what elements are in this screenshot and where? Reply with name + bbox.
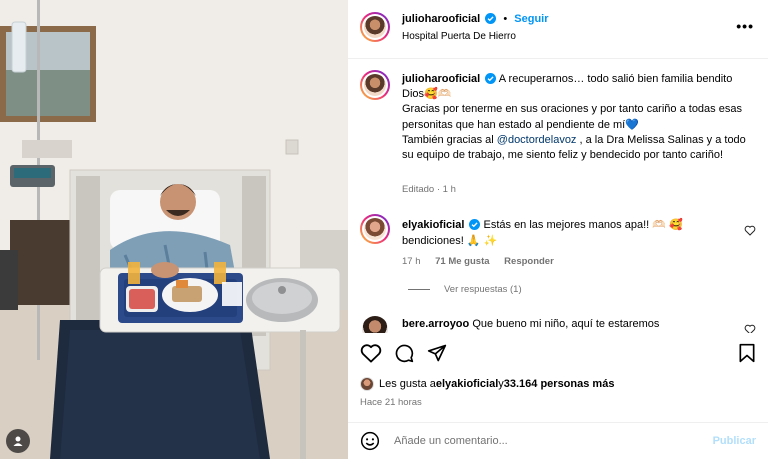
follow-button[interactable]: Seguir bbox=[514, 13, 548, 25]
blue-heart-emoji: 💙 bbox=[625, 118, 639, 131]
action-bar bbox=[360, 343, 756, 363]
person-icon bbox=[13, 436, 23, 446]
hospital-scene-illustration bbox=[0, 0, 348, 459]
reply-button[interactable]: Responder bbox=[504, 256, 554, 267]
commenter-avatar[interactable] bbox=[360, 214, 390, 244]
like-heart-icon[interactable] bbox=[360, 343, 382, 363]
emoji-icon[interactable] bbox=[360, 431, 380, 451]
comment-item: elyakioficial Estás en las mejores manos… bbox=[402, 218, 732, 249]
post-caption: julioharooficial A recuperarnos… todo sa… bbox=[402, 72, 752, 163]
post-header-user: julioharooficial • Seguir bbox=[402, 13, 549, 25]
mention-link[interactable]: @doctordelavoz bbox=[497, 134, 577, 146]
tagged-users-button[interactable] bbox=[6, 429, 30, 453]
more-options-icon[interactable]: ••• bbox=[736, 18, 754, 34]
author-avatar[interactable] bbox=[360, 12, 390, 42]
post-time: Hace 21 horas bbox=[360, 397, 422, 408]
verified-badge-icon bbox=[469, 219, 481, 230]
publish-button[interactable]: Publicar bbox=[713, 435, 756, 447]
verified-badge-icon bbox=[485, 13, 497, 24]
likes-summary: Les gusta a elyakioficial y 33.164 perso… bbox=[360, 377, 614, 391]
caption-line-2: Gracias por tenerme en sus oraciones y p… bbox=[402, 103, 742, 131]
comment-input[interactable]: Añade un comentario... bbox=[394, 435, 508, 447]
liker-avatar[interactable] bbox=[360, 377, 374, 391]
author-username[interactable]: julioharooficial bbox=[402, 13, 480, 25]
replies-line bbox=[408, 289, 430, 290]
liker-username[interactable]: elyakioficial bbox=[436, 378, 498, 390]
header-divider bbox=[348, 58, 768, 59]
caption-line-3-start: También gracias al bbox=[402, 133, 497, 146]
comment-item: bere.arroyoo Que bueno mi niño, aquí te … bbox=[402, 318, 659, 330]
share-send-icon[interactable] bbox=[427, 343, 447, 363]
comment-bar: Añade un comentario... Publicar bbox=[348, 422, 768, 459]
post-photo[interactable] bbox=[0, 0, 348, 459]
comment-username[interactable]: bere.arroyoo bbox=[402, 318, 469, 330]
likes-prefix: Les gusta a bbox=[379, 378, 436, 390]
likes-count[interactable]: 33.164 personas más bbox=[504, 378, 615, 390]
comment-meta: 17 h 71 Me gusta Responder bbox=[402, 256, 554, 267]
comment-bubble-icon[interactable] bbox=[394, 343, 414, 363]
view-replies-label: Ver respuestas (1) bbox=[444, 284, 522, 295]
location-link[interactable]: Hospital Puerta De Hierro bbox=[402, 31, 516, 42]
comment-username[interactable]: elyakioficial bbox=[402, 219, 464, 231]
caption-meta: Editado · 1 h bbox=[402, 184, 456, 195]
verified-badge-icon bbox=[485, 73, 497, 84]
comment-likes[interactable]: 71 Me gusta bbox=[435, 256, 489, 267]
comment-time: 17 h bbox=[402, 256, 421, 267]
separator-dot: • bbox=[503, 13, 508, 25]
comment-like-heart-icon[interactable] bbox=[744, 225, 756, 236]
comment-text: Que bueno mi niño, aquí te estaremos bbox=[472, 318, 660, 330]
save-bookmark-icon[interactable] bbox=[738, 343, 756, 363]
view-replies-button[interactable]: Ver respuestas (1) bbox=[408, 284, 522, 295]
caption-author-avatar[interactable] bbox=[360, 70, 390, 100]
post-details-panel: julioharooficial • Seguir Hospital Puert… bbox=[348, 0, 768, 459]
caption-username[interactable]: julioharooficial bbox=[402, 73, 480, 85]
